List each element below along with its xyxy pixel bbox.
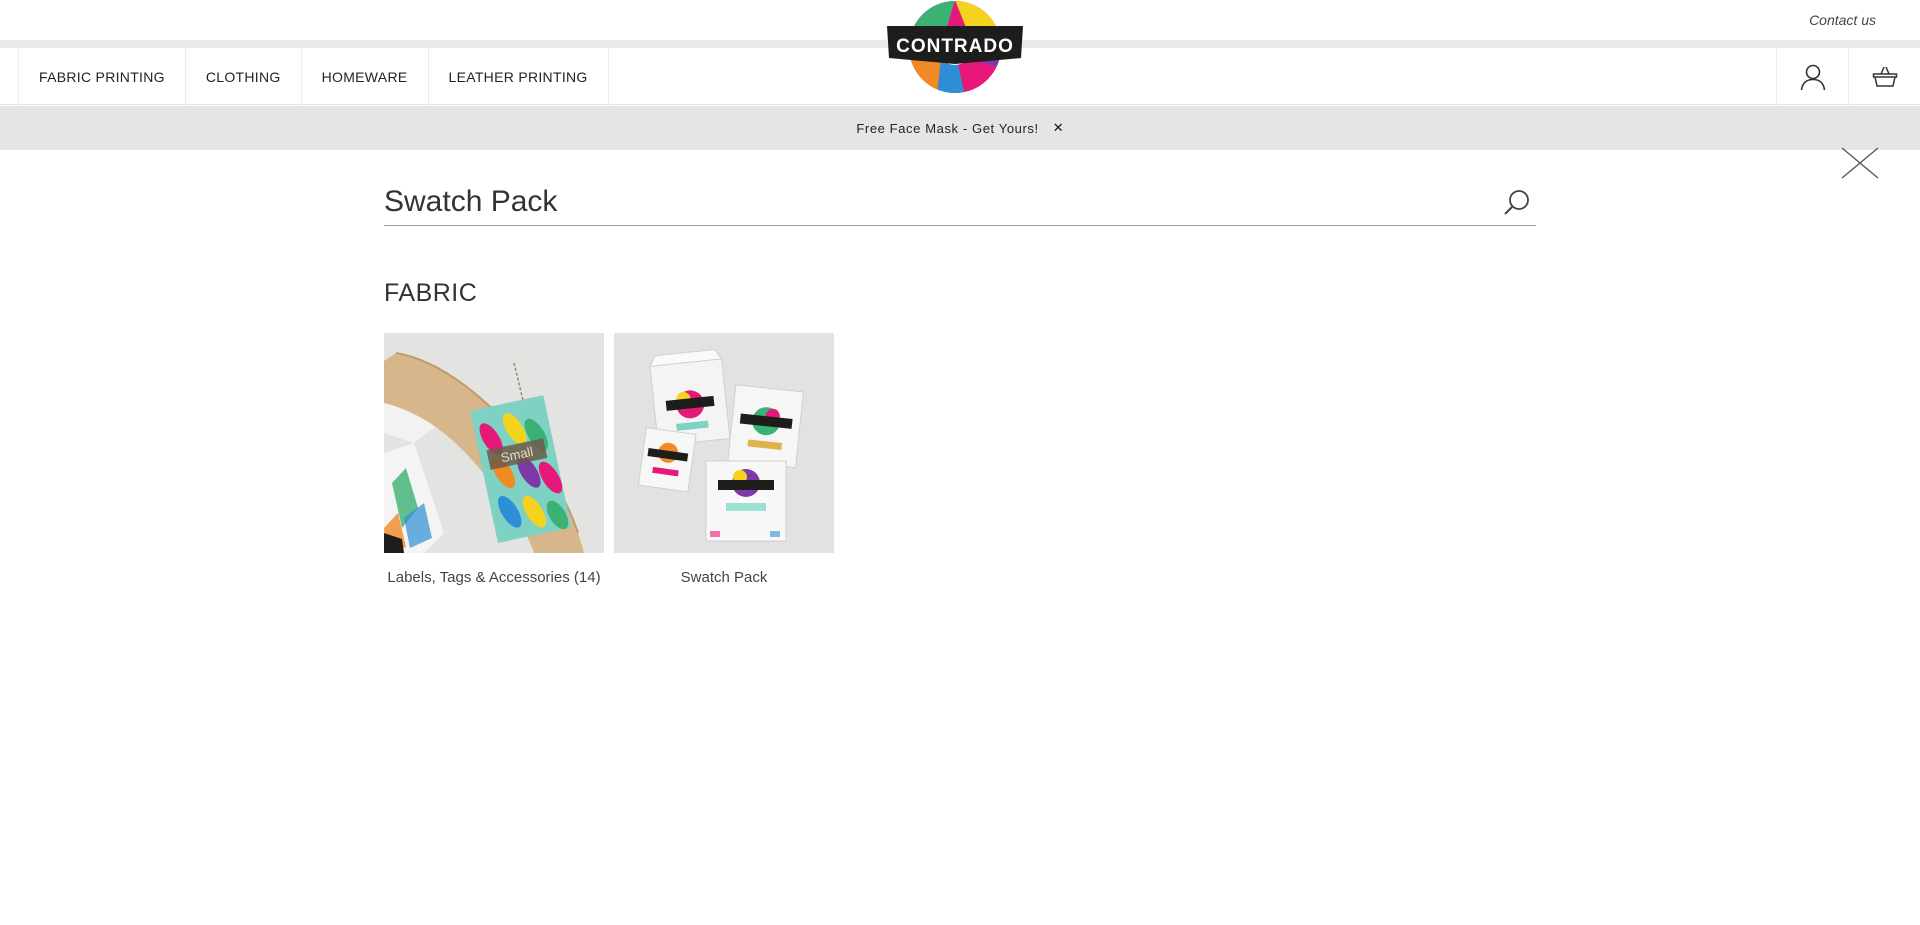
search-icon	[1504, 190, 1529, 215]
contact-us-link[interactable]: Contact us	[1809, 12, 1876, 28]
contrado-logo[interactable]: CONTRADO	[885, 0, 1025, 96]
close-icon	[1841, 147, 1879, 179]
basket-button[interactable]	[1848, 48, 1920, 105]
swatch-pack-illustration	[614, 333, 834, 553]
nav-actions	[1776, 48, 1920, 105]
result-card-labels-tags[interactable]: Small Labels, Tags & Accessories (14)	[384, 333, 604, 586]
search-input[interactable]	[384, 180, 1474, 224]
user-icon	[1800, 64, 1825, 90]
results-section-title: FABRIC	[384, 279, 478, 307]
logo-wordmark: CONTRADO	[896, 36, 1014, 57]
results-grid: Small Labels, Tags & Accessories (14) Sw…	[384, 333, 844, 586]
nav-menu: FABRIC PRINTING CLOTHING HOMEWARE LEATHE…	[18, 48, 609, 105]
nav-item-homeware[interactable]: HOMEWARE	[302, 48, 429, 105]
search-bar	[384, 180, 1536, 226]
nav-item-leather-printing[interactable]: LEATHER PRINTING	[429, 48, 609, 105]
result-label-labels-tags[interactable]: Labels, Tags & Accessories (14)	[384, 569, 604, 586]
labels-tags-image: Small	[384, 333, 604, 553]
labels-tags-illustration: Small	[384, 333, 604, 553]
swatch-pack-image	[614, 333, 834, 553]
logo-graphic: CONTRADO	[887, 1, 1023, 93]
promo-close-icon[interactable]: ✕	[1053, 120, 1064, 136]
result-label-swatch-pack[interactable]: Swatch Pack	[614, 569, 834, 586]
close-search-button[interactable]	[1838, 146, 1882, 182]
promo-text[interactable]: Free Face Mask - Get Yours!	[856, 121, 1038, 136]
promo-banner: Free Face Mask - Get Yours! ✕	[0, 106, 1920, 150]
search-button[interactable]	[1502, 188, 1532, 218]
result-card-swatch-pack[interactable]: Swatch Pack	[614, 333, 834, 586]
basket-icon	[1872, 66, 1897, 87]
account-button[interactable]	[1776, 48, 1848, 105]
nav-item-clothing[interactable]: CLOTHING	[186, 48, 302, 105]
nav-item-fabric-printing[interactable]: FABRIC PRINTING	[19, 48, 186, 105]
